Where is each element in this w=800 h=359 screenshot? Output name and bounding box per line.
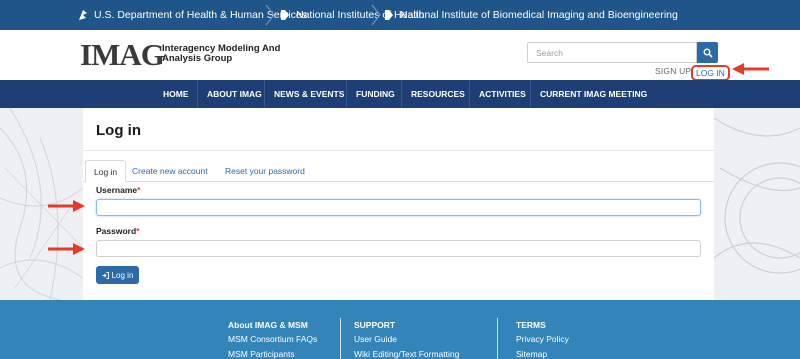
footer-link-user-guide[interactable]: User Guide	[354, 334, 397, 344]
nav-divider	[530, 80, 531, 108]
nibib-flag-icon	[385, 10, 393, 20]
username-field[interactable]	[96, 199, 701, 216]
login-submit-button[interactable]: Log in	[96, 266, 139, 284]
footer-link-privacy-policy[interactable]: Privacy Policy	[516, 334, 569, 344]
footer-link-msm-faqs[interactable]: MSM Consortium FAQs	[228, 334, 317, 344]
hhs-eagle-icon	[79, 10, 87, 20]
gov-link-nibib[interactable]: National Institute of Biomedical Imaging…	[384, 0, 678, 30]
title-divider	[83, 150, 714, 151]
site-footer: About IMAG & MSM MSM Consortium FAQs MSM…	[0, 300, 800, 359]
footer-heading-about: About IMAG & MSM	[228, 320, 308, 330]
footer-link-sitemap[interactable]: Sitemap	[516, 349, 547, 359]
username-label-text: Username	[96, 185, 138, 195]
nav-item-home[interactable]: HOME	[163, 80, 189, 108]
footer-divider	[497, 318, 498, 359]
nav-divider	[469, 80, 470, 108]
page-title: Log in	[96, 122, 141, 139]
tab-reset-password[interactable]: Reset your password	[225, 160, 305, 182]
gov-bar: U.S. Department of Health & Human Servic…	[0, 0, 800, 30]
chevron-right-icon	[371, 4, 381, 26]
tab-log-in[interactable]: Log in	[85, 160, 127, 182]
login-icon	[102, 271, 109, 279]
search-icon	[703, 48, 713, 58]
footer-link-wiki-editing[interactable]: Wiki Editing/Text Formatting	[354, 349, 459, 359]
nav-item-news-events[interactable]: NEWS & EVENTS	[274, 80, 344, 108]
nav-divider	[264, 80, 265, 108]
annotation-arrow-icon	[48, 200, 85, 212]
footer-heading-support: SUPPORT	[354, 320, 396, 330]
signup-link[interactable]: SIGN UP	[655, 66, 691, 76]
site-logo-subtitle[interactable]: Interagency Modeling And Analysis Group	[162, 44, 292, 64]
required-marker: *	[136, 226, 140, 236]
main-nav: HOME ABOUT IMAG NEWS & EVENTS FUNDING RE…	[0, 80, 800, 108]
nih-flag-icon	[281, 10, 289, 20]
required-marker: *	[137, 185, 141, 195]
site-header: IMAG Interagency Modeling And Analysis G…	[0, 30, 800, 81]
tab-create-new-account[interactable]: Create new account	[132, 160, 208, 182]
nav-divider	[197, 80, 198, 108]
site-logo[interactable]: IMAG	[80, 39, 165, 70]
search-input[interactable]: Search	[527, 42, 697, 63]
search-button[interactable]	[697, 42, 718, 63]
gov-link-nibib-label: National Institute of Biomedical Imaging…	[400, 9, 678, 21]
annotation-arrow-icon	[732, 63, 769, 75]
chevron-right-icon	[265, 4, 275, 26]
password-field[interactable]	[96, 240, 701, 257]
nav-item-resources[interactable]: RESOURCES	[411, 80, 465, 108]
nav-item-current-imag-meeting[interactable]: CURRENT IMAG MEETING	[540, 80, 647, 108]
login-link[interactable]: LOG IN	[691, 65, 730, 81]
nav-item-funding[interactable]: FUNDING	[356, 80, 395, 108]
nav-item-about-imag[interactable]: ABOUT IMAG	[207, 80, 262, 108]
footer-divider	[340, 318, 341, 359]
login-submit-label: Log in	[111, 270, 134, 280]
username-label: Username*	[96, 185, 140, 195]
login-panel: Log in Log in Create new account Reset y…	[83, 108, 714, 300]
annotation-arrow-icon	[48, 243, 85, 255]
password-label-text: Password	[96, 226, 137, 236]
footer-heading-terms: TERMS	[516, 320, 546, 330]
footer-link-msm-participants[interactable]: MSM Participants	[228, 349, 295, 359]
nav-divider	[401, 80, 402, 108]
password-label: Password*	[96, 226, 139, 236]
nav-divider	[346, 80, 347, 108]
nav-item-activities[interactable]: ACTIVITIES	[479, 80, 526, 108]
